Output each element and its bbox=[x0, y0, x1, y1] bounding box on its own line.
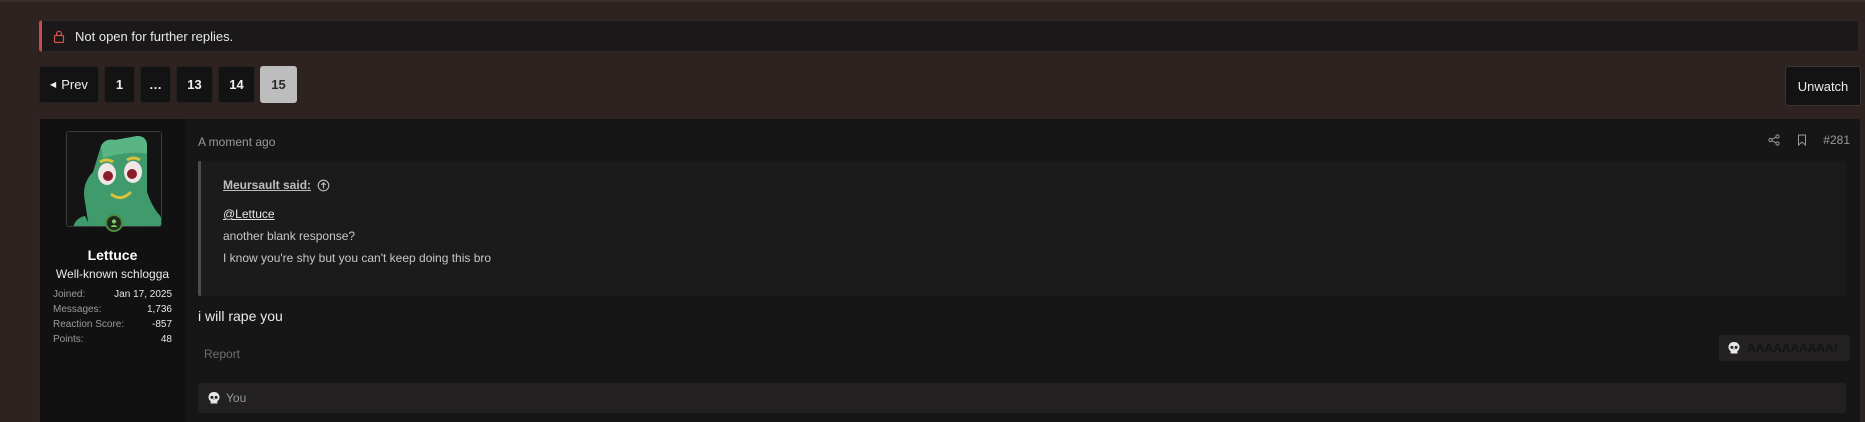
page-jump-ellipsis[interactable]: … bbox=[140, 66, 171, 103]
skull-icon bbox=[1727, 341, 1741, 355]
online-status-icon bbox=[105, 214, 123, 232]
reaction-label: AAAAAAAAAA! bbox=[1747, 341, 1838, 355]
user-mention-link[interactable]: @Lettuce bbox=[223, 207, 275, 221]
lock-icon bbox=[52, 29, 66, 43]
top-divider bbox=[0, 0, 1865, 2]
bookmark-icon[interactable] bbox=[1795, 133, 1809, 147]
post-timestamp[interactable]: A moment ago bbox=[198, 135, 275, 149]
stat-label: Points: bbox=[53, 334, 84, 345]
reaction-button[interactable]: AAAAAAAAAA! bbox=[1719, 335, 1850, 361]
prev-label: Prev bbox=[61, 77, 88, 92]
stat-value: -857 bbox=[151, 319, 172, 330]
prev-page-button[interactable]: ◀ Prev bbox=[39, 66, 99, 103]
author-name[interactable]: Lettuce bbox=[40, 247, 185, 263]
page-button-current[interactable]: 15 bbox=[260, 66, 297, 103]
author-title: Well-known schlogga bbox=[55, 267, 170, 281]
user-block: Lettuce Well-known schlogga Joined: Jan … bbox=[40, 119, 185, 422]
author-stats: Joined: Jan 17, 2025 Messages: 1,736 Rea… bbox=[53, 287, 172, 347]
stat-points: Points: 48 bbox=[53, 332, 172, 347]
page-button-13[interactable]: 13 bbox=[176, 66, 213, 103]
stat-value: Jan 17, 2025 bbox=[114, 289, 172, 300]
stat-joined: Joined: Jan 17, 2025 bbox=[53, 287, 172, 302]
unwatch-button[interactable]: Unwatch bbox=[1785, 66, 1861, 106]
thread-closed-notice: Not open for further replies. bbox=[39, 20, 1859, 52]
post-meta-actions: #281 bbox=[1767, 133, 1850, 147]
caret-left-icon: ◀ bbox=[50, 80, 57, 89]
stat-messages: Messages: 1,736 bbox=[53, 302, 172, 317]
avatar[interactable] bbox=[66, 131, 162, 227]
post-body: i will rape you bbox=[198, 308, 283, 324]
notice-text: Not open for further replies. bbox=[75, 28, 234, 44]
quote-line: another blank response? bbox=[223, 229, 356, 243]
skull-icon bbox=[207, 391, 221, 405]
stat-label: Reaction Score: bbox=[53, 319, 125, 330]
post-number-link[interactable]: #281 bbox=[1823, 133, 1850, 147]
post-281: Lettuce Well-known schlogga Joined: Jan … bbox=[39, 118, 1861, 422]
avatar-image bbox=[67, 132, 161, 226]
share-icon[interactable] bbox=[1767, 133, 1781, 147]
arrow-up-circle-icon[interactable] bbox=[317, 179, 330, 192]
page-button-1[interactable]: 1 bbox=[104, 66, 135, 103]
quote-block: Meursault said: @Lettuce another blank r… bbox=[198, 161, 1846, 296]
stat-value: 1,736 bbox=[146, 304, 172, 315]
quote-attribution: Meursault said: bbox=[223, 178, 312, 192]
stat-label: Joined: bbox=[53, 289, 86, 300]
stat-value: 48 bbox=[160, 334, 172, 345]
quote-line: I know you're shy but you can't keep doi… bbox=[223, 251, 492, 265]
page-button-14[interactable]: 14 bbox=[218, 66, 255, 103]
stat-reaction-score: Reaction Score: -857 bbox=[53, 317, 172, 332]
pagination: ◀ Prev 1 … 13 14 15 bbox=[39, 66, 297, 103]
reactions-bar[interactable]: You bbox=[198, 383, 1846, 413]
reactions-summary: You bbox=[226, 391, 247, 405]
stat-label: Messages: bbox=[53, 304, 102, 315]
quote-attribution-link[interactable]: Meursault said: bbox=[223, 178, 330, 192]
report-link[interactable]: Report bbox=[204, 347, 240, 361]
